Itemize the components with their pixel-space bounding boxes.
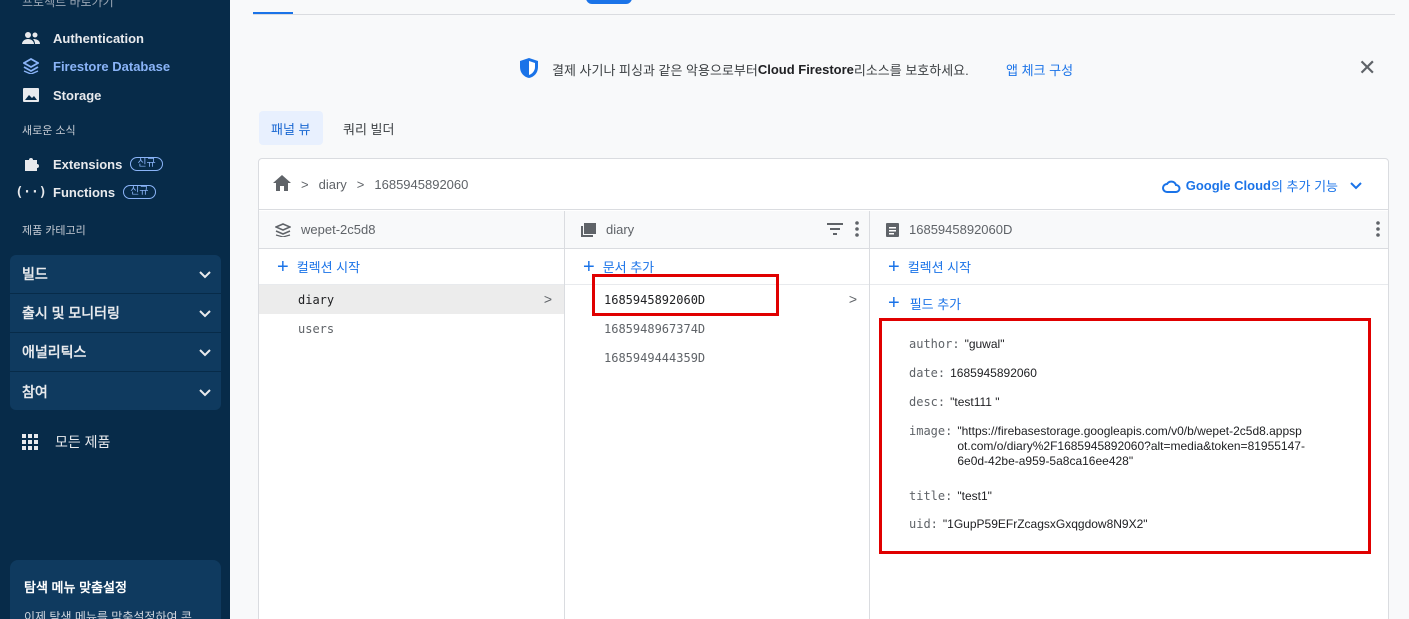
sidebar-item-functions[interactable]: (··) Functions 신규 bbox=[15, 181, 156, 203]
tab-panel-view[interactable]: 패널 뷰 bbox=[259, 111, 323, 145]
collection-column: diary + 문서 추가 1685945892060D > 168594896… bbox=[565, 211, 870, 619]
collection-icon bbox=[581, 222, 596, 237]
sidebar-group-label: 참여 bbox=[22, 383, 48, 400]
button-label: 컬렉션 시작 bbox=[296, 260, 361, 275]
gcloud-label: 의 추가 기능 bbox=[1270, 179, 1338, 194]
close-icon[interactable]: ✕ bbox=[1358, 57, 1376, 79]
start-subcollection-button[interactable]: + 컬렉션 시작 bbox=[870, 249, 1388, 285]
sidebar: 프로젝트 바로가기 Authentication Firestore Datab… bbox=[0, 0, 230, 619]
sidebar-section-new: 새로운 소식 bbox=[22, 125, 76, 137]
sidebar-item-firestore[interactable]: Firestore Database bbox=[22, 55, 170, 77]
firestore-icon bbox=[275, 222, 291, 237]
chevron-down-icon bbox=[199, 384, 211, 400]
grid-icon bbox=[22, 434, 38, 450]
cloud-icon bbox=[1161, 179, 1181, 193]
banner-text-bold: Cloud Firestore bbox=[757, 62, 854, 77]
document-item[interactable]: 1685949444359D bbox=[565, 343, 869, 372]
sidebar-section-category: 제품 카테고리 bbox=[22, 225, 86, 237]
puzzle-icon bbox=[22, 155, 40, 173]
sidebar-item-label: Functions bbox=[53, 184, 116, 200]
tab-badge bbox=[586, 0, 632, 4]
sidebar-item-label: 모든 제품 bbox=[55, 434, 111, 450]
gcloud-more-features[interactable]: Google Cloud 의 추가 기능 bbox=[1161, 176, 1362, 195]
home-icon[interactable] bbox=[273, 174, 291, 194]
people-icon bbox=[22, 29, 40, 47]
image-icon bbox=[22, 86, 40, 104]
sidebar-group-label: 출시 및 모니터링 bbox=[22, 305, 120, 321]
tabs-divider bbox=[253, 14, 1395, 15]
new-badge: 신규 bbox=[123, 185, 156, 199]
sidebar-category-group: 빌드 출시 및 모니터링 애널리틱스 참여 bbox=[10, 255, 221, 410]
sidebar-item-label: Authentication bbox=[53, 30, 144, 46]
sidebar-group-analytics[interactable]: 애널리틱스 bbox=[10, 333, 221, 372]
new-badge: 신규 bbox=[130, 157, 163, 171]
sidebar-group-label: 빌드 bbox=[22, 266, 48, 282]
functions-icon: (··) bbox=[15, 184, 47, 200]
sidebar-section-shortcuts: 프로젝트 바로가기 bbox=[22, 0, 114, 9]
chevron-down-icon bbox=[199, 266, 211, 282]
plus-icon: + bbox=[277, 255, 289, 278]
configure-app-check-link[interactable]: 앱 체크 구성 bbox=[1006, 60, 1073, 79]
chevron-right-icon: > bbox=[356, 176, 365, 192]
column-actions bbox=[827, 221, 859, 240]
more-vert-icon[interactable] bbox=[855, 221, 859, 240]
chevron-down-icon bbox=[199, 344, 211, 360]
sidebar-item-storage[interactable]: Storage bbox=[22, 84, 101, 106]
sidebar-item-extensions[interactable]: Extensions 신규 bbox=[22, 153, 163, 175]
sidebar-item-label: Storage bbox=[53, 87, 102, 103]
chevron-right-icon: > bbox=[301, 176, 309, 192]
column-title: wepet-2c5d8 bbox=[301, 222, 376, 237]
filter-icon[interactable] bbox=[827, 223, 843, 238]
chevron-right-icon: > bbox=[848, 291, 857, 307]
banner-text-1: 결제 사기나 피싱과 같은 악용으로부터 bbox=[552, 63, 758, 78]
breadcrumb-document[interactable]: 1685945892060 bbox=[374, 177, 468, 192]
breadcrumb-collection[interactable]: diary bbox=[319, 177, 347, 192]
document-icon bbox=[886, 222, 899, 237]
plus-icon: + bbox=[888, 255, 900, 278]
document-item[interactable]: 1685948967374D bbox=[565, 314, 869, 343]
column-header: 1685945892060D bbox=[870, 211, 1388, 249]
add-field-button[interactable]: + 필드 추가 bbox=[870, 287, 1388, 319]
app-check-banner: 결제 사기나 피싱과 같은 악용으로부터 Cloud Firestore 리소스… bbox=[520, 58, 969, 81]
plus-icon: + bbox=[888, 292, 900, 314]
chevron-right-icon: > bbox=[543, 291, 552, 307]
start-collection-button[interactable]: + 컬렉션 시작 bbox=[259, 249, 564, 285]
sidebar-group-release[interactable]: 출시 및 모니터링 bbox=[10, 294, 221, 333]
collection-name: users bbox=[298, 321, 335, 336]
column-header: wepet-2c5d8 bbox=[259, 211, 564, 249]
collection-item[interactable]: diary > bbox=[259, 285, 564, 314]
sidebar-item-all-products[interactable]: 모든 제품 bbox=[22, 432, 110, 452]
shield-icon bbox=[520, 58, 538, 81]
button-label: 컬렉션 시작 bbox=[907, 260, 972, 275]
sidebar-item-authentication[interactable]: Authentication bbox=[22, 27, 144, 49]
customize-nav-card: 탐색 메뉴 맞춤설정 이제 탐색 메뉴를 맞춤설정하여 콘 bbox=[10, 560, 221, 619]
chevron-down-icon bbox=[1350, 178, 1362, 193]
more-vert-icon[interactable] bbox=[1376, 221, 1380, 240]
customize-nav-desc: 이제 탐색 메뉴를 맞춤설정하여 콘 bbox=[24, 610, 192, 619]
banner-text-2: 리소스를 보호하세요. bbox=[853, 63, 969, 78]
collection-item[interactable]: users bbox=[259, 314, 564, 343]
sidebar-group-engage[interactable]: 참여 bbox=[10, 372, 221, 410]
sidebar-item-label: Firestore Database bbox=[53, 58, 171, 74]
chevron-down-icon bbox=[199, 305, 211, 321]
highlight-fields-box bbox=[879, 318, 1371, 554]
sidebar-group-label: 애널리틱스 bbox=[22, 344, 87, 360]
collection-name: diary bbox=[298, 292, 335, 307]
column-title: 1685945892060D bbox=[909, 222, 1013, 237]
document-id: 1685949444359D bbox=[604, 350, 706, 365]
firestore-icon bbox=[22, 57, 40, 75]
sidebar-item-label: Extensions bbox=[53, 156, 123, 172]
button-label: 필드 추가 bbox=[909, 296, 962, 312]
tab-query-builder[interactable]: 쿼리 빌더 bbox=[331, 111, 406, 145]
column-actions bbox=[1376, 221, 1380, 240]
document-id: 1685948967374D bbox=[604, 321, 706, 336]
highlight-document-box bbox=[592, 274, 779, 316]
column-header: diary bbox=[565, 211, 869, 249]
column-title: diary bbox=[606, 222, 635, 237]
customize-nav-title: 탐색 메뉴 맞춤설정 bbox=[24, 580, 127, 595]
root-column: wepet-2c5d8 + 컬렉션 시작 diary > users bbox=[259, 211, 565, 619]
gcloud-label-bold: Google Cloud bbox=[1185, 178, 1271, 193]
sidebar-group-build[interactable]: 빌드 bbox=[10, 255, 221, 294]
